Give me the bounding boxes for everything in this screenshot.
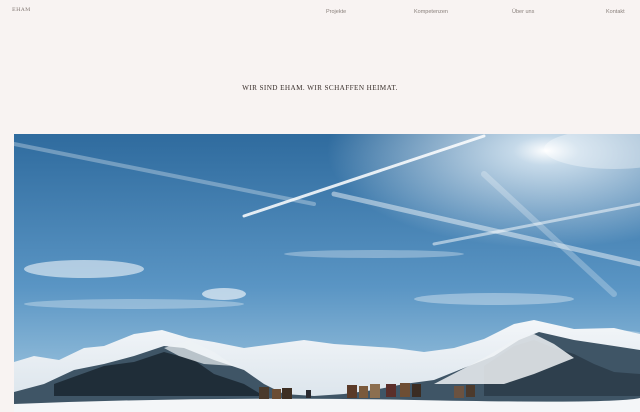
mountain-landscape-photo: [14, 134, 640, 412]
nav-link-kompetenzen[interactable]: Kompetenzen: [414, 9, 448, 15]
page-headline: WIR SIND EHAM. WIR SCHAFFEN HEIMAT.: [242, 84, 398, 92]
hero-image: [14, 134, 640, 412]
main-nav: Projekte Kompetenzen Über uns Kontakt: [0, 9, 640, 19]
nav-link-ueber-uns[interactable]: Über uns: [512, 9, 534, 15]
nav-link-kontakt[interactable]: Kontakt: [606, 9, 625, 15]
nav-link-projekte[interactable]: Projekte: [326, 9, 346, 15]
